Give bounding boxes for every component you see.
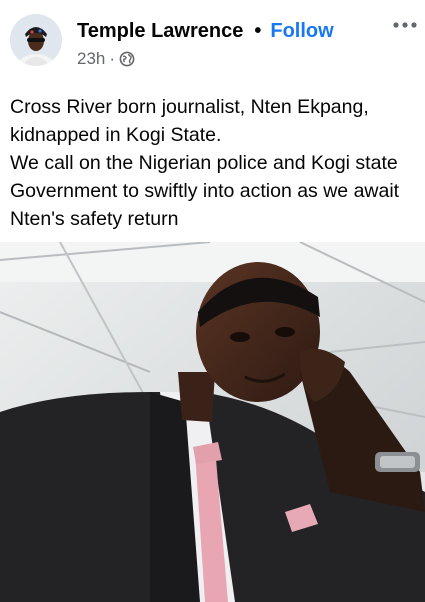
post-text-line: We call on the Nigerian police and Kogi …	[10, 152, 400, 230]
post-text-line: Cross River born journalist, Nten Ekpang…	[10, 96, 369, 146]
more-horizontal-icon[interactable]	[390, 18, 420, 38]
follow-button[interactable]: Follow	[270, 20, 333, 42]
avatar-image	[10, 14, 62, 66]
author-avatar[interactable]	[10, 14, 62, 66]
post-text: Cross River born journalist, Nten Ekpang…	[10, 93, 420, 233]
separator-dot: •	[254, 20, 262, 42]
facebook-post: Temple Lawrence • Follow 23h · Cross River …	[0, 0, 425, 602]
globe-icon	[119, 51, 135, 73]
author-name[interactable]: Temple Lawrence	[77, 20, 243, 42]
post-photo[interactable]	[0, 242, 425, 602]
author-line: Temple Lawrence • Follow	[77, 18, 334, 44]
post-meta: 23h ·	[77, 48, 135, 70]
meta-separator: ·	[109, 49, 116, 68]
post-timestamp[interactable]: 23h	[77, 49, 105, 68]
photo-image	[0, 242, 425, 602]
post-header: Temple Lawrence • Follow 23h ·	[0, 0, 425, 80]
